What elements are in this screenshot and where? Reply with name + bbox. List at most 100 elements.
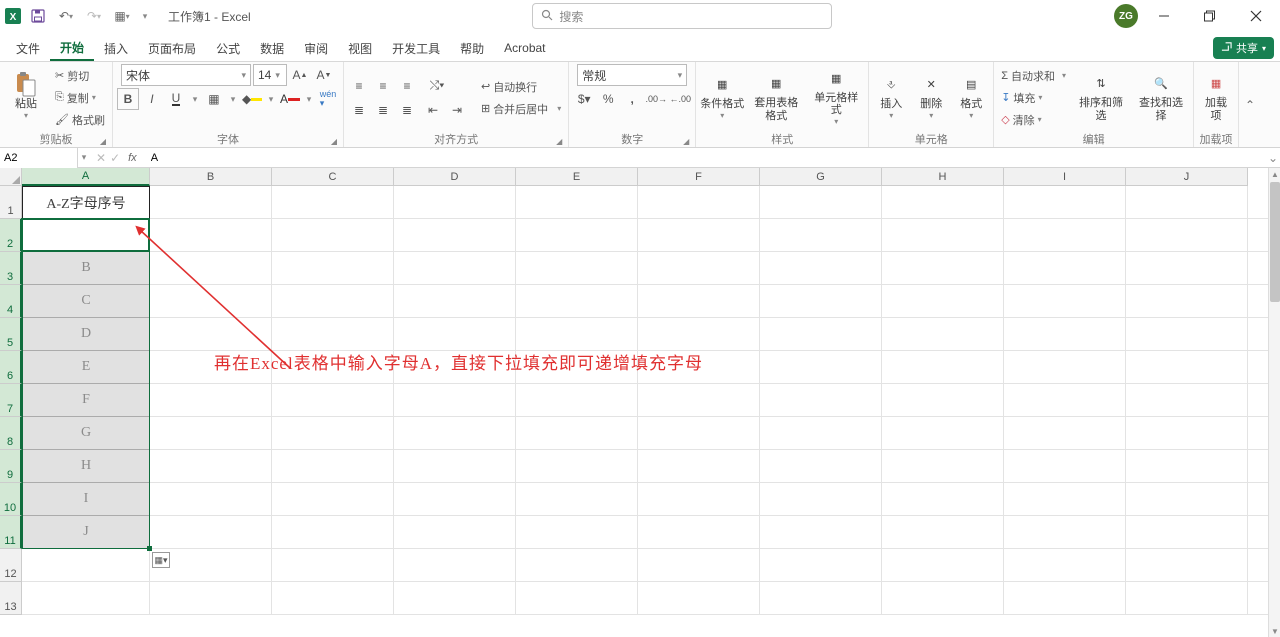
column-header[interactable]: E: [516, 168, 638, 186]
find-select-button[interactable]: 🔍查找和选择: [1133, 67, 1189, 129]
dialog-launcher-icon[interactable]: ◢: [98, 137, 108, 147]
row-header[interactable]: 10: [0, 483, 22, 516]
undo-button[interactable]: ↶ ▾: [54, 4, 78, 28]
chevron-down-icon[interactable]: ▾: [303, 88, 315, 110]
comma-button[interactable]: ,: [621, 88, 643, 110]
column-header[interactable]: F: [638, 168, 760, 186]
cell-styles-button[interactable]: ▦单元格样式▾: [808, 67, 864, 129]
chevron-down-icon[interactable]: ▾: [227, 88, 239, 110]
increase-indent-button[interactable]: ⇥: [446, 99, 468, 121]
restore-button[interactable]: [1190, 2, 1230, 30]
tab-数据[interactable]: 数据: [250, 35, 294, 61]
scroll-thumb[interactable]: [1270, 182, 1280, 302]
qat-customize[interactable]: ▾: [138, 4, 152, 28]
fill-color-button[interactable]: ◆: [241, 88, 263, 110]
dialog-launcher-icon[interactable]: ◢: [329, 137, 339, 147]
tab-开发工具[interactable]: 开发工具: [382, 35, 450, 61]
vertical-scrollbar[interactable]: ▲ ▼: [1268, 168, 1280, 637]
redo-button[interactable]: ↷ ▾: [82, 4, 106, 28]
name-box-input[interactable]: [0, 148, 77, 168]
delete-cells-button[interactable]: ✕删除▾: [913, 67, 949, 129]
dialog-launcher-icon[interactable]: ◢: [554, 137, 564, 147]
column-header[interactable]: A: [22, 168, 150, 186]
collapse-ribbon-button[interactable]: ⌃: [1239, 62, 1261, 147]
cell[interactable]: G: [22, 417, 150, 450]
merge-center-button[interactable]: ⊞合并后居中▾: [478, 99, 564, 119]
user-avatar[interactable]: ZG: [1114, 4, 1138, 28]
cell[interactable]: H: [22, 450, 150, 483]
tab-页面布局[interactable]: 页面布局: [138, 35, 206, 61]
fill-button[interactable]: ↧填充▾: [998, 88, 1069, 108]
cell[interactable]: C: [22, 285, 150, 318]
row-header[interactable]: 1: [0, 186, 22, 219]
search-box[interactable]: 搜索: [532, 3, 832, 29]
tab-视图[interactable]: 视图: [338, 35, 382, 61]
italic-button[interactable]: I: [141, 88, 163, 110]
row-header[interactable]: 2: [0, 219, 22, 252]
cells-area[interactable]: A-Z字母序号ABCDEFGHIJ▦▾: [22, 186, 1280, 636]
decrease-decimal-button[interactable]: ←.00: [669, 88, 691, 110]
paste-button[interactable]: 粘贴 ▾: [4, 67, 48, 129]
cell[interactable]: D: [22, 318, 150, 351]
phonetic-button[interactable]: wén▾: [317, 88, 339, 110]
cut-button[interactable]: ✂剪切: [52, 66, 108, 86]
column-header[interactable]: D: [394, 168, 516, 186]
decrease-font-button[interactable]: A▼: [313, 64, 335, 86]
cell[interactable]: B: [22, 252, 150, 285]
font-color-button[interactable]: A: [279, 88, 301, 110]
border-button[interactable]: ▦: [203, 88, 225, 110]
row-header[interactable]: 8: [0, 417, 22, 450]
row-header[interactable]: 7: [0, 384, 22, 417]
formula-bar-input[interactable]: [147, 152, 1266, 164]
minimize-button[interactable]: [1144, 2, 1184, 30]
cell[interactable]: F: [22, 384, 150, 417]
dialog-launcher-icon[interactable]: ◢: [681, 137, 691, 147]
cell[interactable]: I: [22, 483, 150, 516]
orientation-button[interactable]: ⤭▾: [422, 75, 452, 97]
column-header[interactable]: C: [272, 168, 394, 186]
underline-button[interactable]: U: [165, 88, 187, 110]
cancel-formula-icon[interactable]: ✕: [96, 151, 106, 165]
tab-开始[interactable]: 开始: [50, 35, 94, 61]
tab-插入[interactable]: 插入: [94, 35, 138, 61]
select-all-corner[interactable]: [0, 168, 22, 186]
wrap-text-button[interactable]: ↩自动换行: [478, 77, 564, 97]
cell-a1[interactable]: A-Z字母序号: [22, 186, 150, 219]
align-left-button[interactable]: ≣: [348, 99, 370, 121]
sort-filter-button[interactable]: ⇅排序和筛选: [1073, 67, 1129, 129]
qat-grid-button[interactable]: ▦ ▾: [110, 4, 134, 28]
expand-formula-bar-button[interactable]: ⌄: [1266, 151, 1280, 165]
share-button[interactable]: 共享 ▾: [1213, 37, 1274, 59]
copy-button[interactable]: ⎘复制▾: [52, 88, 108, 108]
chevron-down-icon[interactable]: ▾: [78, 152, 90, 163]
insert-cells-button[interactable]: ⎀插入▾: [873, 67, 909, 129]
close-button[interactable]: [1236, 2, 1276, 30]
column-header[interactable]: I: [1004, 168, 1126, 186]
increase-font-button[interactable]: A▲: [289, 64, 311, 86]
increase-decimal-button[interactable]: .00→: [645, 88, 667, 110]
row-header[interactable]: 4: [0, 285, 22, 318]
autofill-options-icon[interactable]: ▦▾: [152, 552, 170, 568]
autosum-button[interactable]: Σ自动求和▾: [998, 66, 1069, 86]
chevron-down-icon[interactable]: ▾: [189, 88, 201, 110]
row-header[interactable]: 13: [0, 582, 22, 615]
enter-formula-icon[interactable]: ✓: [110, 151, 120, 165]
row-header[interactable]: 6: [0, 351, 22, 384]
align-bottom-button[interactable]: ≡: [396, 75, 418, 97]
align-right-button[interactable]: ≣: [396, 99, 418, 121]
conditional-format-button[interactable]: ▦条件格式▾: [700, 67, 744, 129]
row-header[interactable]: 12: [0, 549, 22, 582]
tab-帮助[interactable]: 帮助: [450, 35, 494, 61]
decrease-indent-button[interactable]: ⇤: [422, 99, 444, 121]
currency-button[interactable]: $▾: [573, 88, 595, 110]
row-header[interactable]: 11: [0, 516, 22, 549]
column-header[interactable]: B: [150, 168, 272, 186]
scroll-down-icon[interactable]: ▼: [1269, 625, 1280, 637]
column-header[interactable]: H: [882, 168, 1004, 186]
chevron-down-icon[interactable]: ▾: [265, 88, 277, 110]
name-box[interactable]: [0, 148, 78, 168]
align-middle-button[interactable]: ≡: [372, 75, 394, 97]
percent-button[interactable]: %: [597, 88, 619, 110]
format-painter-button[interactable]: 🖌格式刷: [52, 110, 108, 130]
save-button[interactable]: [26, 4, 50, 28]
